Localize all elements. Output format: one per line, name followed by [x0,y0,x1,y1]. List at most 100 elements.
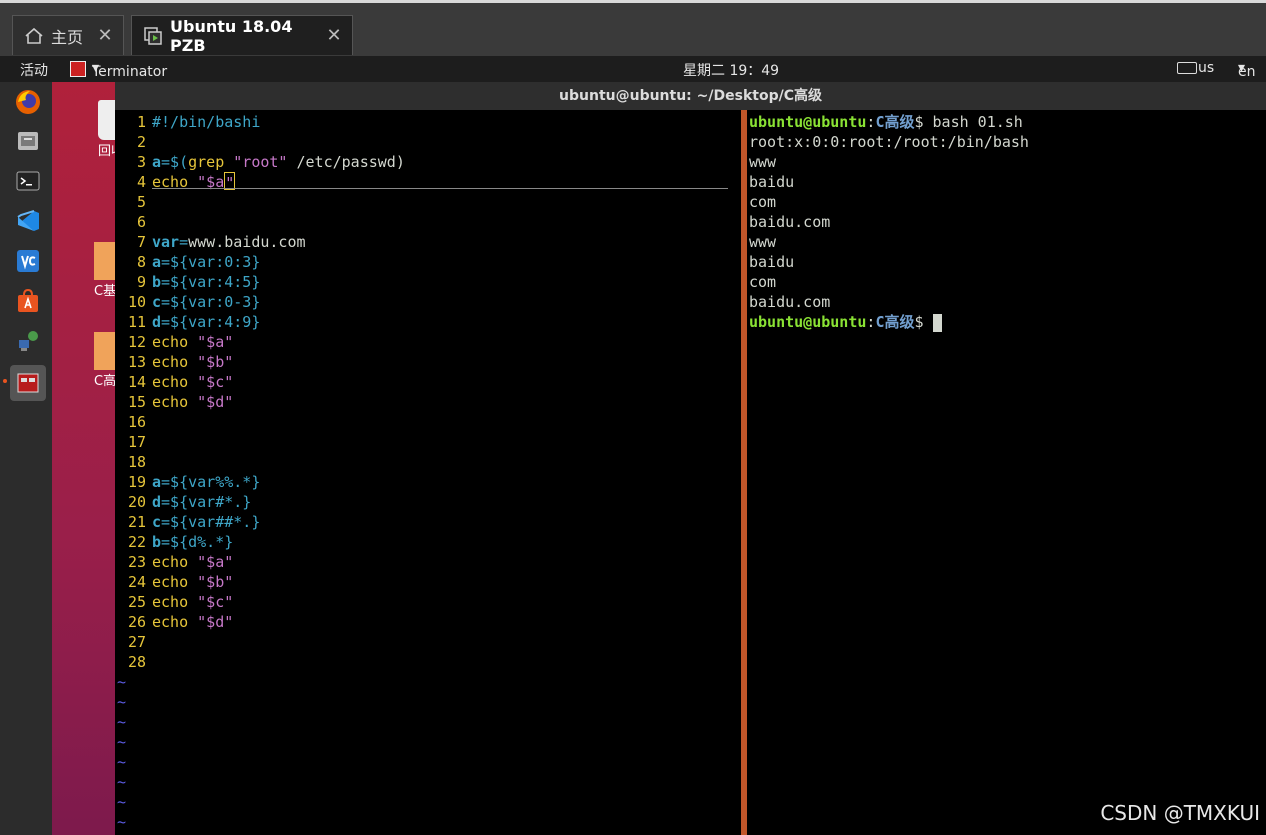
code-token: "$c" [197,373,234,391]
code-token: =${var:4:5} [161,273,261,291]
shell-pane[interactable]: ubuntu@ubuntu:C高级$ bash 01.sh root:x:0:0… [747,110,1266,835]
line-number: 6 [136,213,146,231]
line-number: 12 [127,333,146,351]
terminator-window: ubuntu@ubuntu: ~/Desktop/C高级 1 #!/bin/bas… [115,82,1266,835]
software-center-icon[interactable] [12,285,44,317]
code-token: grep [188,153,225,171]
close-icon[interactable]: ✕ [93,25,117,46]
editor-line: 1 #!/bin/bashi [115,112,260,132]
window-title: ubuntu@ubuntu: ~/Desktop/C高级 [115,82,1266,110]
line-number: 11 [127,313,146,331]
prompt-user: ubuntu@ubuntu [749,313,867,331]
line-number: 18 [127,453,146,471]
editor-line: 24 echo "$b" [115,572,233,592]
editor-line: 19 a=${var%%.*} [115,472,260,492]
desktop-item-folder-1[interactable]: C基 [94,242,116,299]
line-number: 15 [127,393,146,411]
line-number: 2 [136,133,146,151]
code-token: a [152,153,162,171]
vscode-alt-icon[interactable] [12,245,44,277]
editor-line: 12 echo "$a" [115,332,233,352]
code-token: "$a" [197,333,234,351]
network-tool-icon[interactable] [12,325,44,357]
editor-line: 26 echo "$d" [115,612,233,632]
input-method-label: en [1238,64,1256,80]
empty-line-marker: ~ [117,693,127,711]
code-token: b [152,533,162,551]
home-icon [23,25,45,47]
output-line: baidu.com [749,293,831,311]
code-token: d [152,493,162,511]
line-number: 8 [136,253,146,271]
terminal-icon[interactable] [12,165,44,197]
code-token: "$d" [197,393,234,411]
empty-line-marker: ~ [117,773,127,791]
line-number: 22 [127,533,146,551]
tab-ubuntu-vm[interactable]: Ubuntu 18.04 PZB ✕ [131,15,353,55]
line-number: 19 [127,473,146,491]
editor-line: 14 echo "$c" [115,372,233,392]
code-token: = [179,233,189,251]
line-number: 26 [127,613,146,631]
app-menu[interactable]: Terminator 终端终结者 ▾ [92,60,167,99]
empty-line-marker: ~ [117,793,127,811]
code-token: d [152,313,162,331]
code-token: echo [152,393,189,411]
clock[interactable]: 星期二 19：49 [683,60,779,80]
code-token: =${var:0:3} [161,253,261,271]
line-number: 10 [127,293,146,311]
editor-line: 21 c=${var##*.} [115,512,260,532]
editor-line: 16 [115,412,152,432]
firefox-icon[interactable] [12,86,44,118]
terminator-dock-icon[interactable] [10,365,46,401]
code-token: =${var:4:9} [161,313,261,331]
line-number: 3 [136,153,146,171]
empty-line-marker: ~ [117,733,127,751]
code-token: c [152,513,162,531]
output-line: www [749,233,777,251]
folder-icon [94,332,116,370]
line-number: 28 [127,653,146,671]
vim-pane[interactable]: 1 #!/bin/bashi 2 3 a=$(grep "root" /etc/pass… [115,110,741,835]
code-token: echo [152,593,189,611]
watermark: CSDN @TMXKUI [1100,801,1260,825]
code-token: echo [152,353,189,371]
code-token: var [152,233,180,251]
code-token: echo [152,573,189,591]
input-method-menu[interactable]: en ▾ [1238,60,1256,80]
empty-line-marker: ~ [117,673,127,691]
editor-line: 28 [115,652,152,672]
editor-line: 22 b=${d%.*} [115,532,233,552]
code-token: b [152,273,162,291]
prompt-path: C高级 [875,113,915,131]
editor-line: 27 [115,632,152,652]
activities-button[interactable]: 活动 [20,60,48,80]
editor-line: 6 [115,212,152,232]
close-icon[interactable]: ✕ [322,25,346,46]
desktop-item-folder-2[interactable]: C高 [94,332,116,389]
code-token: echo [152,373,189,391]
code-token: #!/bin/bashi [152,113,261,131]
vscode-icon[interactable] [12,205,44,237]
editor-line: 10 c=${var:0-3} [115,292,260,312]
desktop-item-label: C基 [94,284,117,299]
keyboard-icon [1177,62,1197,74]
code-token: =$( [161,153,189,171]
code-token: a [152,253,162,271]
editor-line: 7 var=www.baidu.com [115,232,306,252]
line-number: 5 [136,193,146,211]
empty-line-marker: ~ [117,713,127,731]
output-line: www [749,153,777,171]
keyboard-layout[interactable]: us [1198,60,1214,76]
files-icon[interactable] [12,125,44,157]
tab-home[interactable]: 主页 ✕ [12,15,124,55]
line-number: 13 [127,353,146,371]
line-number: 16 [127,413,146,431]
line-number: 24 [127,573,146,591]
code-token: =${d%.*} [161,533,234,551]
line-number: 23 [127,553,146,571]
code-token: "$a" [197,553,234,571]
